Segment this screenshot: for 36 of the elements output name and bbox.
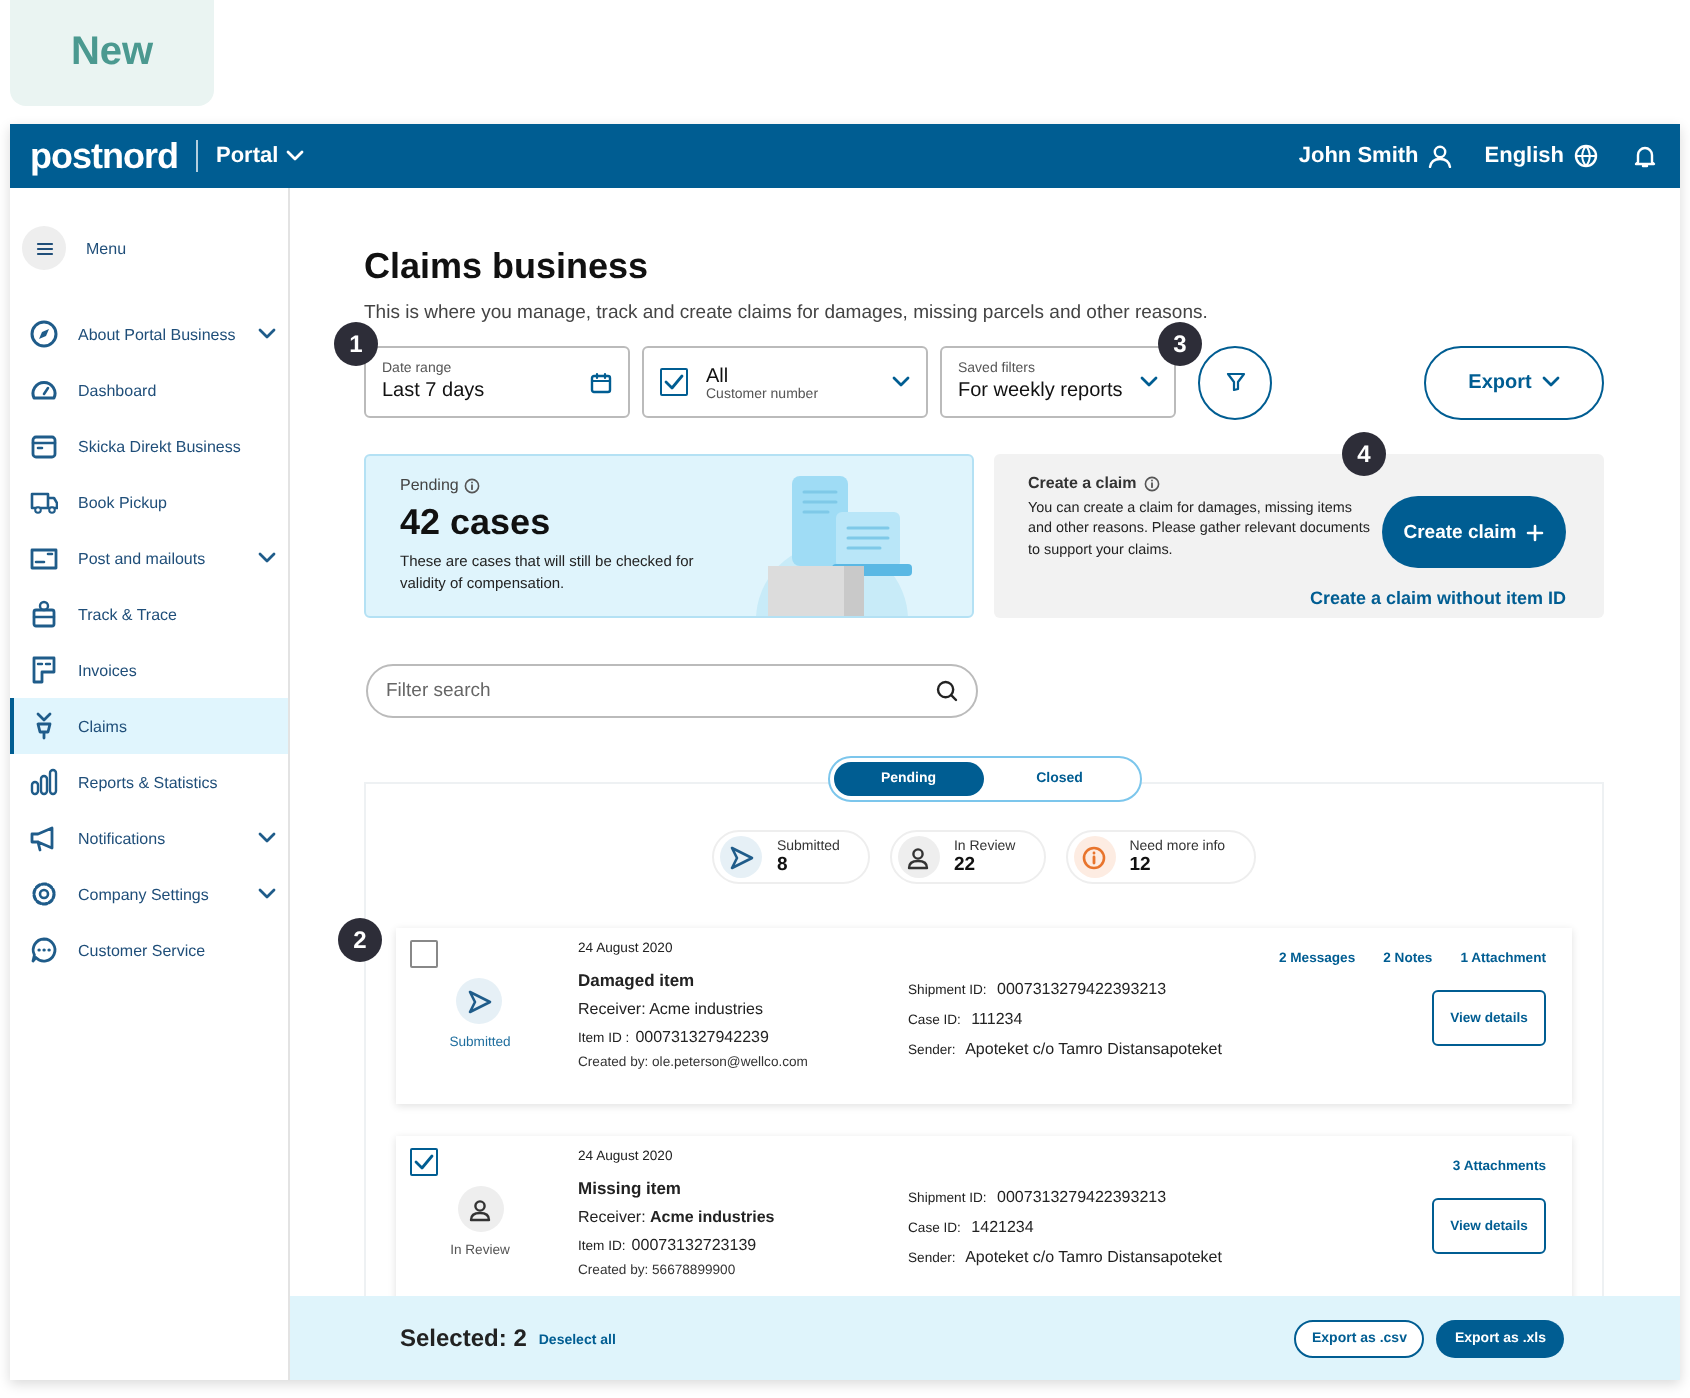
search-field[interactable]: Filter search [366, 664, 978, 718]
sidebar-item[interactable]: Reports & Statistics [10, 754, 288, 810]
sidebar-item[interactable]: Notifications [10, 810, 288, 866]
logo[interactable]: postnord [30, 135, 178, 177]
case-title: Damaged item [578, 970, 697, 990]
page-description: This is where you manage, track and create claims for damages, missing parcels and other reasons. [364, 302, 1210, 324]
sidebar-item[interactable]: Dashboard [10, 362, 288, 418]
selected-count: Selected: 2 [400, 1324, 527, 1352]
sidebar-item[interactable]: Book Pickup [10, 474, 288, 530]
sidebar-item[interactable]: Invoices [10, 642, 288, 698]
receiver-text: Receiver: Acme industries [578, 1208, 777, 1226]
callout-number: 2 [338, 918, 382, 962]
case-title: Missing item [578, 1178, 683, 1198]
sidebar-item[interactable]: Claims [10, 698, 288, 754]
user-menu[interactable]: John Smith [1298, 144, 1453, 168]
sidebar-item[interactable]: Skicka Direkt Business [10, 418, 288, 474]
sidebar-item[interactable]: Track & Trace [10, 586, 288, 642]
language-menu[interactable]: English [1484, 144, 1598, 168]
sidebar-item[interactable]: About Portal Business [10, 306, 288, 362]
page-title: Claims business [364, 246, 651, 288]
export-button[interactable]: Export [1424, 345, 1604, 419]
callout-number: 3 [1158, 321, 1202, 365]
create-claim-button[interactable]: Create claim [1382, 496, 1566, 568]
receiver-text: Receiver: Acme industries [578, 1000, 765, 1018]
callout-number: 4 [1342, 432, 1386, 476]
sidebar-item[interactable]: Post and mailouts [10, 530, 288, 586]
create-claim-link[interactable]: Create a claim without item ID [1309, 587, 1566, 607]
sidebar-item[interactable]: Company Settings [10, 866, 288, 922]
menu-label[interactable]: Menu [86, 239, 127, 257]
sidebar-item[interactable]: Customer Service [10, 922, 288, 978]
pending-label: Pending [400, 476, 459, 494]
callout-number: 1 [334, 322, 378, 366]
create-claim-title: Create a claim [1028, 474, 1137, 492]
pending-count: 42 cases [400, 502, 553, 544]
portal-dropdown[interactable]: Portal [216, 144, 305, 168]
new-badge: New [10, 0, 214, 106]
